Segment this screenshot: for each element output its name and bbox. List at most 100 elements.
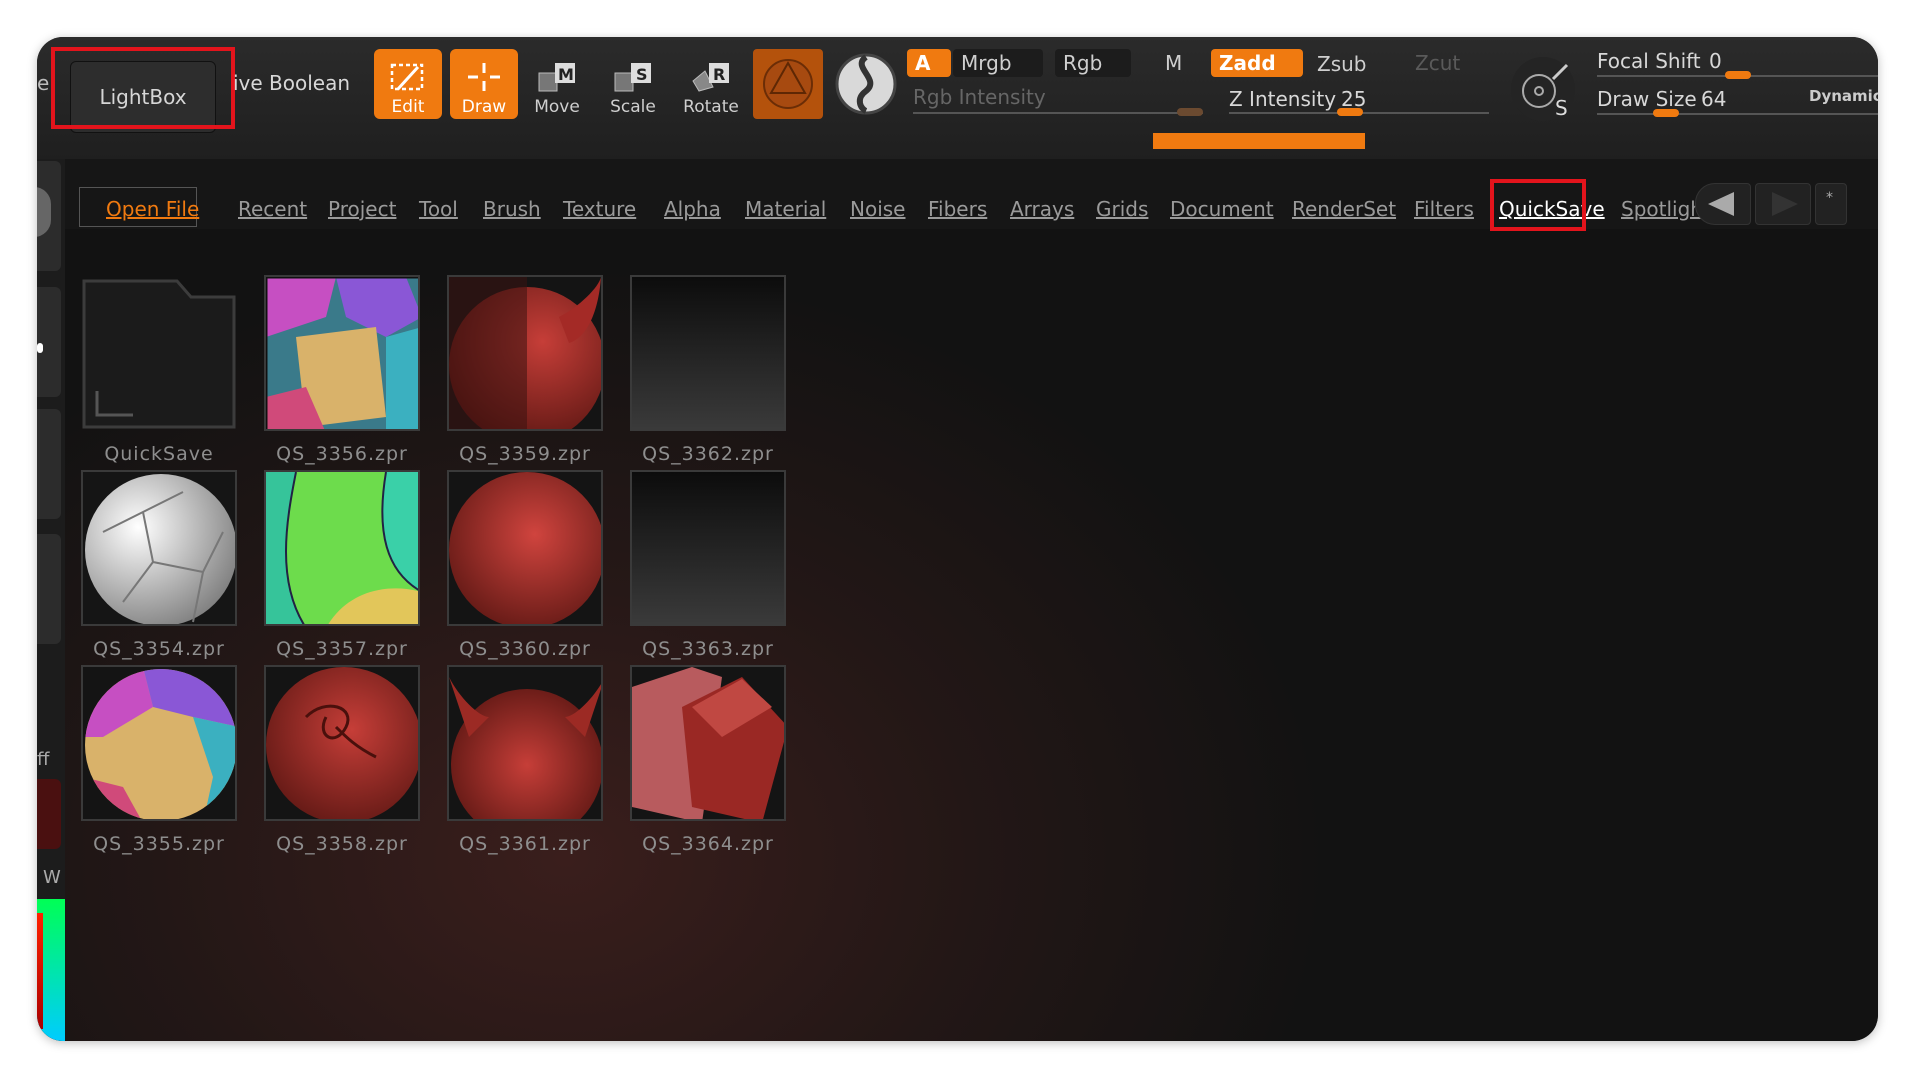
- file-thumbnail-qs-3360[interactable]: [447, 470, 603, 626]
- file-caption: QS_3357.zpr: [276, 638, 408, 660]
- partial-left-w: W: [43, 867, 61, 888]
- draw-size-slider-knob[interactable]: [1653, 109, 1679, 117]
- edit-tool-button[interactable]: Edit: [374, 49, 442, 119]
- mrgb-button[interactable]: Mrgb: [953, 49, 1043, 77]
- tab-grids[interactable]: Grids: [1096, 197, 1148, 221]
- tab-tool[interactable]: Tool: [419, 197, 458, 221]
- svg-text:M: M: [558, 65, 574, 84]
- tab-project[interactable]: Project: [328, 197, 396, 221]
- tab-filters[interactable]: Filters: [1414, 197, 1474, 221]
- focal-shift-slider-knob[interactable]: [1725, 71, 1751, 79]
- polygroup-sphere-image: [83, 667, 235, 819]
- rotate-tool-button[interactable]: R Rotate: [677, 49, 745, 119]
- draw-tool-button[interactable]: Draw: [450, 49, 518, 119]
- file-caption: QS_3354.zpr: [93, 638, 225, 660]
- left-panel-segment[interactable]: [37, 161, 61, 271]
- tab-recent[interactable]: Recent: [238, 197, 307, 221]
- tab-document[interactable]: Document: [1170, 197, 1274, 221]
- lightbox-options-button[interactable]: *: [1815, 183, 1847, 225]
- quicksave-highlight-box: [1490, 179, 1586, 231]
- left-panel-segment[interactable]: [37, 287, 61, 397]
- alpha-button[interactable]: [833, 51, 899, 117]
- color-picker-strip[interactable]: [37, 899, 65, 1041]
- arrow-right-icon: [1772, 192, 1798, 216]
- file-thumbnail-qs-3363[interactable]: [630, 470, 786, 626]
- move-tool-label: Move: [534, 97, 580, 117]
- top-toolbar: e LightBox ive Boolean Edit Draw M Move …: [37, 37, 1878, 159]
- file-caption: QS_3358.zpr: [276, 833, 408, 855]
- alpha-swirl-icon: [835, 53, 897, 115]
- scale-tool-label: Scale: [610, 97, 656, 117]
- white-sphere-image: [83, 472, 235, 624]
- scale-tool-button[interactable]: S Scale: [599, 49, 667, 119]
- draw-size-label: Draw Size: [1597, 87, 1697, 111]
- file-thumbnail-qs-3354[interactable]: [81, 470, 237, 626]
- svg-text:S: S: [1555, 96, 1568, 120]
- file-thumbnail-qs-3362[interactable]: [630, 275, 786, 431]
- rotate-icon: R: [692, 63, 729, 92]
- svg-text:R: R: [713, 65, 725, 84]
- folder-icon: [82, 279, 236, 429]
- sculpted-sphere-image: [266, 667, 418, 819]
- zcut-button[interactable]: Zcut: [1407, 49, 1487, 77]
- file-thumbnail-qs-3356[interactable]: [264, 275, 420, 431]
- lightbox-highlight-box: [51, 47, 235, 129]
- zsub-button[interactable]: Zsub: [1309, 50, 1401, 78]
- quicksave-folder-thumbnail[interactable]: [81, 275, 237, 431]
- partial-toolbar-text: e: [37, 71, 50, 95]
- tab-open-file[interactable]: Open File: [106, 197, 199, 221]
- symmetry-button[interactable]: S: [1511, 57, 1575, 121]
- file-thumbnail-qs-3364[interactable]: [630, 665, 786, 821]
- cubes-image: [632, 667, 784, 819]
- z-intensity-slider-knob[interactable]: [1337, 108, 1363, 116]
- tab-material[interactable]: Material: [745, 197, 826, 221]
- left-color-swatch[interactable]: [37, 779, 61, 849]
- zadd-button[interactable]: Zadd: [1211, 49, 1303, 77]
- scroll-left-button[interactable]: [1695, 183, 1751, 225]
- rotate-tool-label: Rotate: [683, 97, 739, 117]
- m-button[interactable]: M: [1157, 49, 1201, 77]
- tab-fibers[interactable]: Fibers: [928, 197, 987, 221]
- file-caption: QS_3356.zpr: [276, 443, 408, 465]
- draw-size-slider-track[interactable]: [1597, 113, 1878, 115]
- svg-text:S: S: [636, 65, 648, 84]
- left-panel-segment[interactable]: [37, 534, 61, 644]
- scale-icon: S: [614, 63, 651, 92]
- live-boolean-button[interactable]: ive Boolean: [233, 71, 350, 95]
- move-tool-button[interactable]: M Move: [523, 49, 591, 119]
- rgb-intensity-slider-track[interactable]: [913, 112, 1203, 114]
- tab-alpha[interactable]: Alpha: [664, 197, 721, 221]
- horned-sphere-image: [449, 277, 601, 429]
- left-panel-segment[interactable]: [37, 409, 61, 519]
- scroll-right-button[interactable]: [1755, 183, 1811, 225]
- tab-brush[interactable]: Brush: [483, 197, 541, 221]
- tab-texture[interactable]: Texture: [563, 197, 636, 221]
- dynamic-button[interactable]: Dynamic: [1809, 87, 1878, 105]
- material-sphere-icon: [763, 59, 813, 109]
- material-button[interactable]: [753, 49, 823, 119]
- file-caption: QuickSave: [104, 443, 214, 465]
- zbrush-window: e LightBox ive Boolean Edit Draw M Move …: [37, 37, 1878, 1041]
- file-caption: QS_3359.zpr: [459, 443, 591, 465]
- arrow-left-icon: [1708, 192, 1734, 216]
- draw-size-value: 64: [1701, 87, 1727, 111]
- file-thumbnail-qs-3357[interactable]: [264, 470, 420, 626]
- file-thumbnail-qs-3359[interactable]: [447, 275, 603, 431]
- rgb-button[interactable]: Rgb: [1055, 49, 1131, 77]
- green-sphere-image: [266, 472, 418, 624]
- symmetry-icon: S: [1522, 63, 1569, 120]
- tab-arrays[interactable]: Arrays: [1010, 197, 1074, 221]
- file-caption: QS_3361.zpr: [459, 833, 591, 855]
- file-thumbnail-qs-3358[interactable]: [264, 665, 420, 821]
- tab-noise[interactable]: Noise: [850, 197, 905, 221]
- polygroup-sphere-image: [266, 277, 418, 429]
- file-thumbnail-qs-3355[interactable]: [81, 665, 237, 821]
- tab-renderset[interactable]: RenderSet: [1292, 197, 1396, 221]
- a-channel-button[interactable]: A: [907, 49, 951, 77]
- edit-tool-label: Edit: [391, 97, 425, 117]
- svg-text:*: *: [1826, 190, 1833, 206]
- horned-head-image: [449, 667, 601, 819]
- edit-icon: [390, 63, 424, 91]
- rgb-intensity-slider-knob[interactable]: [1177, 108, 1203, 116]
- file-thumbnail-qs-3361[interactable]: [447, 665, 603, 821]
